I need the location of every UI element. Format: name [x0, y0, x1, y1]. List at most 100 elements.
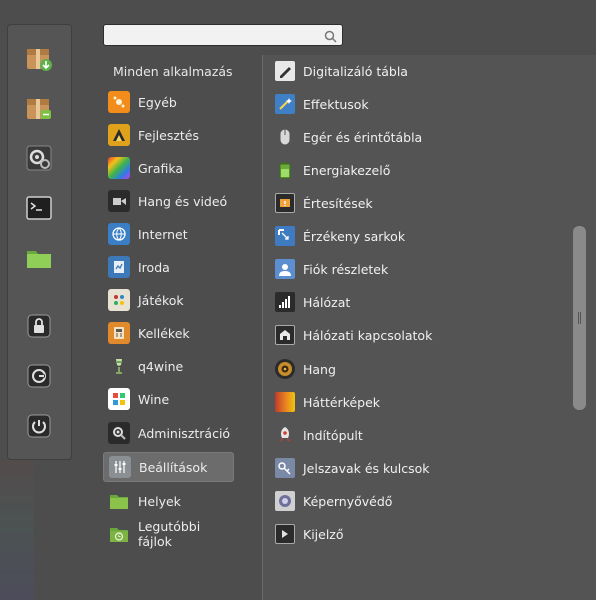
- accessories-icon: [108, 322, 130, 344]
- app-eger-es-erintotabla[interactable]: Egér és érintőtábla: [275, 122, 422, 152]
- app-energiakezelo[interactable]: Energiakezelő: [275, 155, 390, 185]
- category-label: Játékok: [138, 292, 184, 308]
- category-wine[interactable]: Wine: [103, 384, 234, 414]
- notification-icon: [275, 193, 295, 213]
- system-settings-icon[interactable]: [21, 140, 57, 176]
- category-label: Wine: [138, 391, 170, 407]
- app-hatterkepek[interactable]: Háttérképek: [275, 387, 380, 417]
- miscellaneous-icon: [108, 91, 130, 113]
- app-label: Egér és érintőtábla: [303, 129, 423, 145]
- multimedia-icon: [108, 190, 130, 212]
- app-halozat[interactable]: Hálózat: [275, 287, 350, 317]
- development-icon: [108, 124, 130, 146]
- category-q4wine[interactable]: q4wine: [103, 351, 234, 381]
- search-input[interactable]: [108, 26, 322, 46]
- category-label: Hang és videó: [138, 193, 228, 209]
- app-label: Érzékeny sarkok: [303, 228, 406, 244]
- files-folder-icon[interactable]: [21, 240, 57, 276]
- hot-corners-icon: [275, 226, 295, 246]
- app-label: Indítópult: [303, 427, 363, 443]
- games-icon: [108, 289, 130, 311]
- category-egyeb[interactable]: Egyéb: [103, 87, 234, 117]
- category-legutobbi-fajlok[interactable]: Legutóbbi fájlok: [103, 519, 234, 549]
- office-icon: [108, 256, 130, 278]
- app-erzekeny-sarkok[interactable]: Érzékeny sarkok: [275, 221, 405, 251]
- category-label: Grafika: [138, 160, 184, 176]
- app-fiok-reszletek[interactable]: Fiók részletek: [275, 254, 388, 284]
- app-kepernyovedo[interactable]: Képernyővédő: [275, 486, 392, 516]
- screensaver-icon: [275, 491, 295, 511]
- scrollbar-grip[interactable]: [578, 312, 581, 324]
- app-label: Hálózati kapcsolatok: [303, 327, 433, 343]
- logout-icon[interactable]: [21, 358, 57, 394]
- category-grafika[interactable]: Grafika: [103, 153, 234, 183]
- category-kellekek[interactable]: Kellékek: [103, 318, 234, 348]
- network-signal-icon: [275, 292, 295, 312]
- terminal-icon[interactable]: [21, 190, 57, 226]
- app-label: Energiakezelő: [303, 162, 391, 178]
- app-hang[interactable]: Hang: [275, 354, 336, 384]
- category-label: q4wine: [138, 358, 184, 374]
- places-folder-icon: [108, 490, 130, 512]
- category-jatekok[interactable]: Játékok: [103, 285, 234, 315]
- wine-icon: [108, 388, 130, 410]
- app-label: Képernyővédő: [303, 493, 393, 509]
- package-manager-icon[interactable]: [21, 90, 57, 126]
- app-label: Hálózat: [303, 294, 351, 310]
- category-label: Egyéb: [138, 94, 177, 110]
- keys-icon: [275, 458, 295, 478]
- apps-scrollbar[interactable]: [573, 226, 586, 410]
- speaker-icon: [275, 359, 295, 379]
- preferences-icon: [109, 456, 131, 478]
- q4wine-icon: [108, 355, 130, 377]
- app-label: Effektusok: [303, 96, 369, 112]
- category-adminisztracio[interactable]: Adminisztráció: [103, 418, 234, 448]
- app-label: Digitalizáló tábla: [303, 63, 408, 79]
- category-label: Adminisztráció: [138, 425, 231, 441]
- favorites-bar: [7, 24, 72, 460]
- category-helyek[interactable]: Helyek: [103, 486, 234, 516]
- category-beallitasok[interactable]: Beállítások: [103, 452, 234, 482]
- mouse-icon: [275, 127, 295, 147]
- category-label: Helyek: [138, 493, 181, 509]
- app-label: Hang: [303, 361, 336, 377]
- category-label: Legutóbbi fájlok: [138, 519, 201, 549]
- tablet-pen-icon: [275, 61, 295, 81]
- application-menu: Minden alkalmazás Egyéb Fejlesztés Grafi…: [0, 0, 596, 600]
- search-box[interactable]: [103, 24, 343, 46]
- effects-icon: [275, 94, 295, 114]
- lock-screen-icon[interactable]: [21, 308, 57, 344]
- category-all-applications[interactable]: Minden alkalmazás: [113, 64, 233, 79]
- wallpaper-icon: [275, 392, 295, 412]
- recent-files-icon: [108, 523, 130, 545]
- app-kijelzo[interactable]: Kijelző: [275, 519, 344, 549]
- startup-icon: [275, 425, 295, 445]
- panel-divider: [262, 55, 263, 600]
- background-ghost: [0, 460, 34, 600]
- app-label: Háttérképek: [303, 394, 381, 410]
- administration-icon: [108, 422, 130, 444]
- app-effektusok[interactable]: Effektusok: [275, 89, 369, 119]
- package-installer-icon[interactable]: [21, 40, 57, 76]
- category-label: Fejlesztés: [138, 127, 200, 143]
- power-off-icon[interactable]: [21, 408, 57, 444]
- app-digitalizalo-tabla[interactable]: Digitalizáló tábla: [275, 56, 408, 86]
- category-internet[interactable]: Internet: [103, 219, 234, 249]
- category-fejlesztes[interactable]: Fejlesztés: [103, 120, 234, 150]
- category-label: Internet: [138, 226, 188, 242]
- app-inditopult[interactable]: Indítópult: [275, 420, 363, 450]
- category-iroda[interactable]: Iroda: [103, 252, 234, 282]
- search-icon[interactable]: [324, 28, 337, 47]
- graphics-icon: [108, 157, 130, 179]
- app-label: Jelszavak és kulcsok: [303, 460, 430, 476]
- battery-icon: [275, 160, 295, 180]
- category-label: Iroda: [138, 259, 170, 275]
- internet-globe-icon: [108, 223, 130, 245]
- category-label: Kellékek: [138, 325, 190, 341]
- app-label: Fiók részletek: [303, 261, 389, 277]
- app-ertesitesek[interactable]: Értesítések: [275, 188, 373, 218]
- app-halozati-kapcsolatok[interactable]: Hálózati kapcsolatok: [275, 320, 432, 350]
- app-label: Kijelző: [303, 526, 344, 542]
- category-hang-es-video[interactable]: Hang és videó: [103, 186, 234, 216]
- app-jelszavak-es-kulcsok[interactable]: Jelszavak és kulcsok: [275, 453, 430, 483]
